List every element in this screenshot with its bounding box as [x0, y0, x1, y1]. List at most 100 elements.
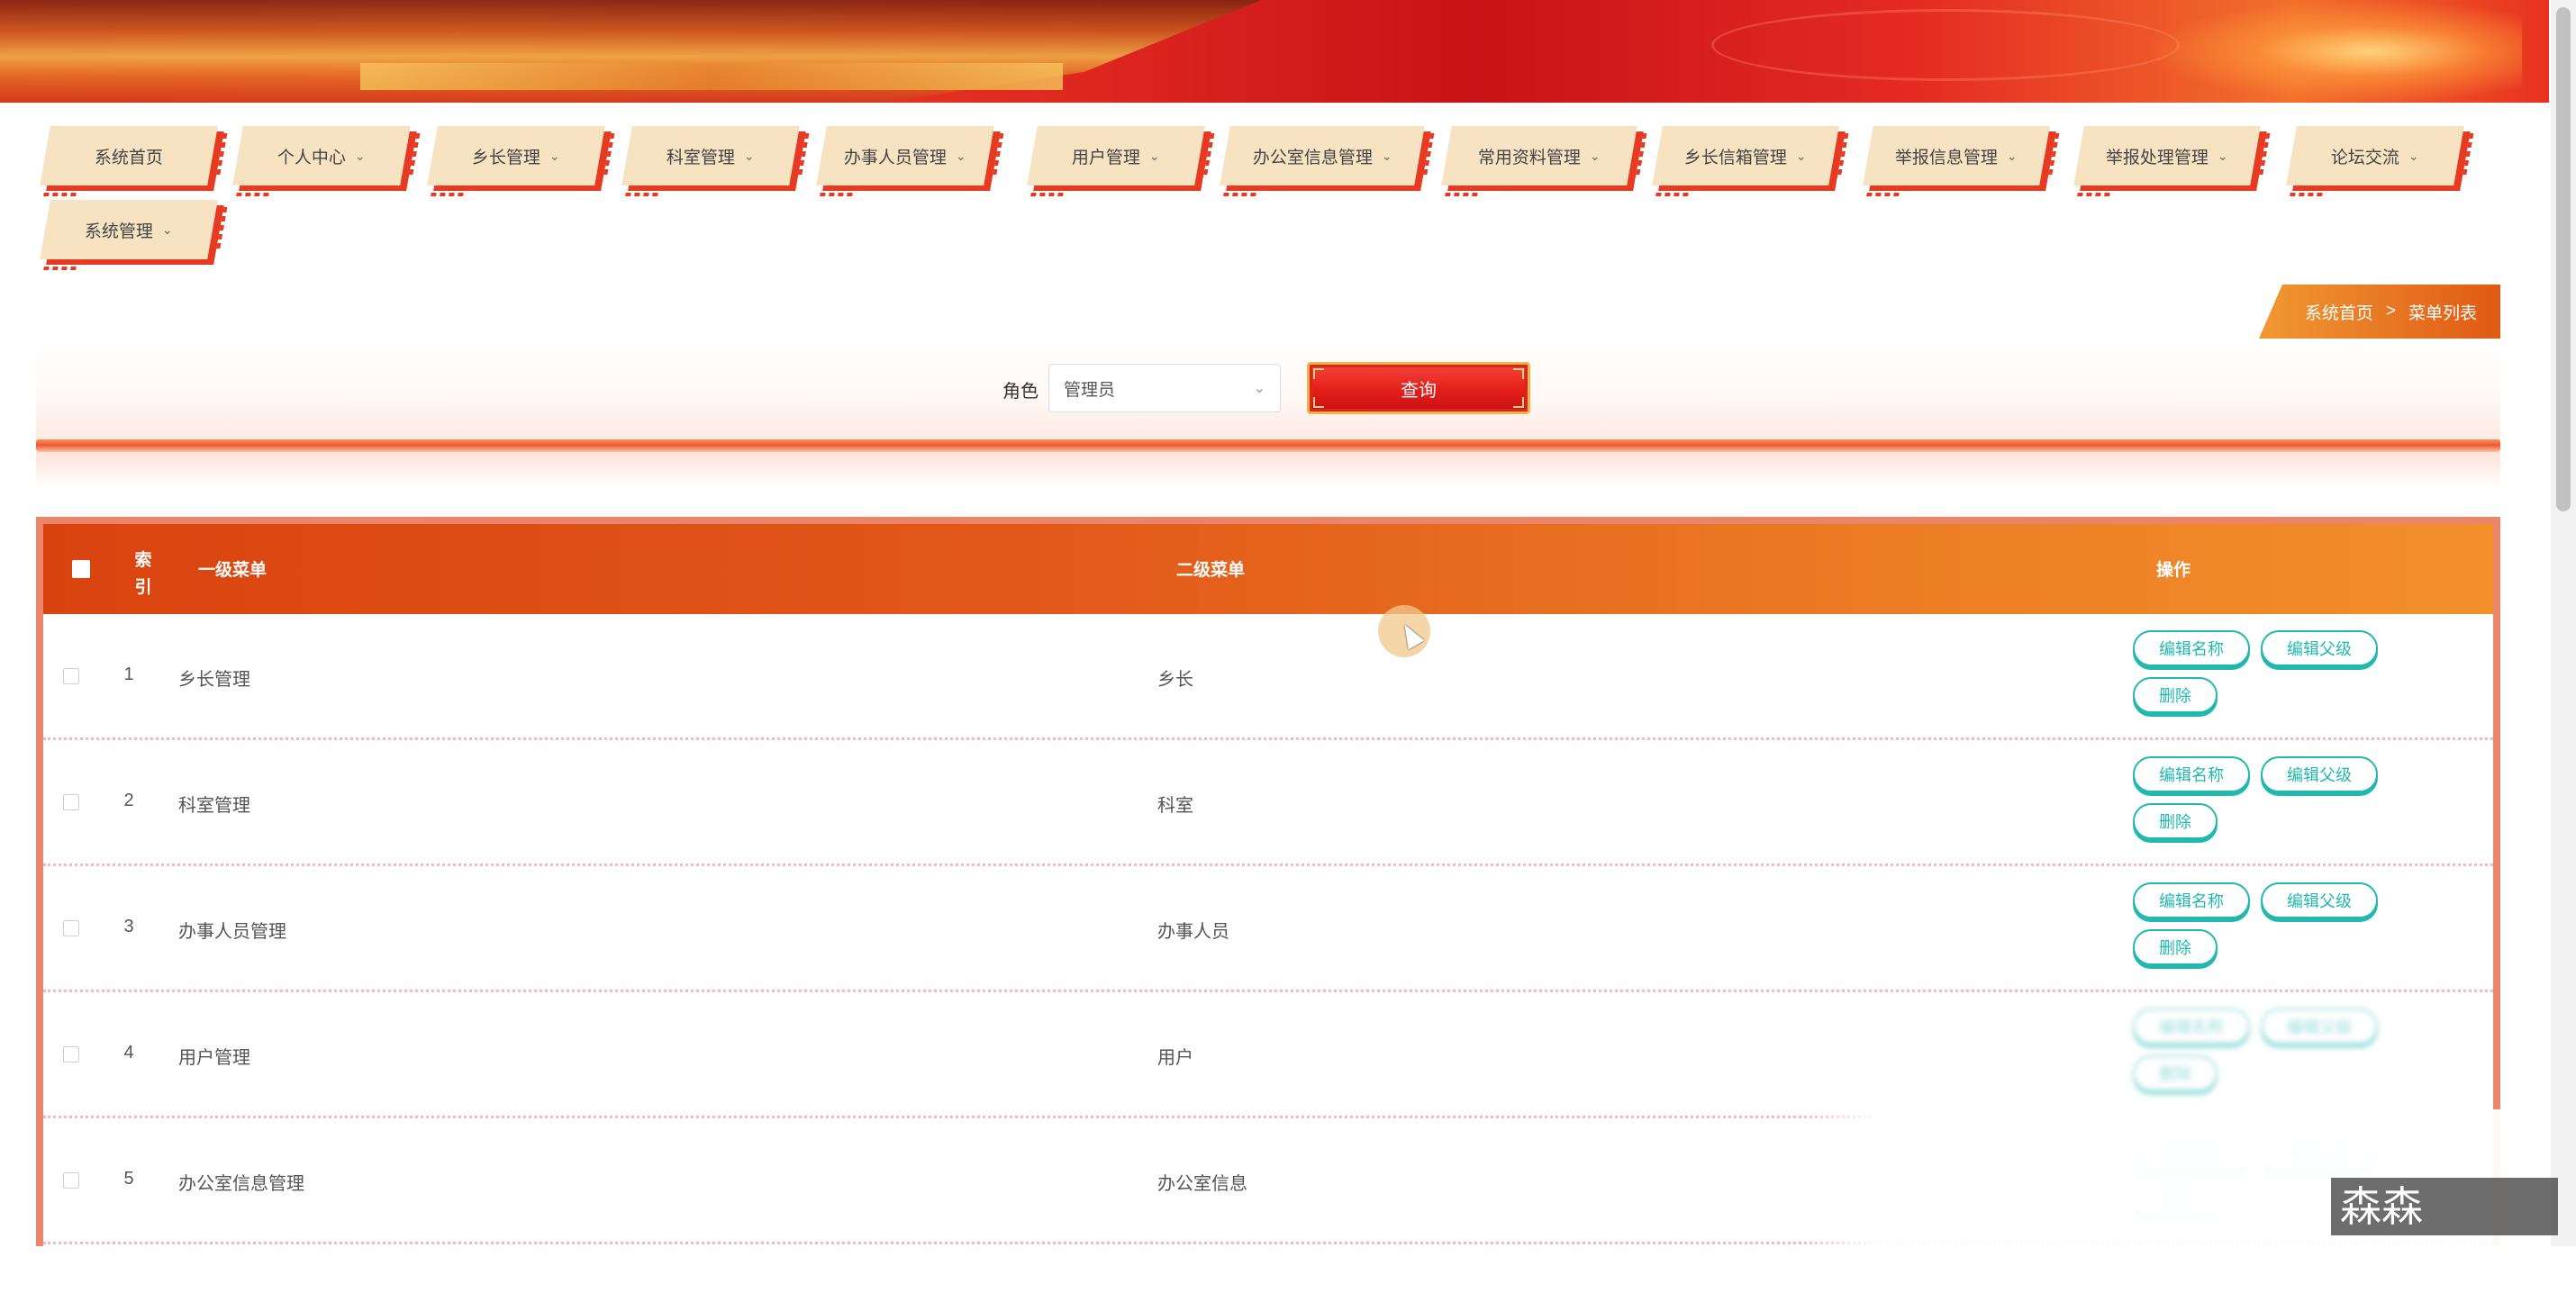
chevron-down-icon: ⌄ — [549, 148, 560, 163]
nav-item-label: 常用资料管理 — [1478, 148, 1582, 167]
role-select-value: 管理员 — [1064, 380, 1116, 400]
corner-ornament — [1313, 397, 1324, 408]
scrollbar-thumb[interactable] — [2556, 7, 2571, 511]
nav-item-label: 办事人员管理 — [844, 148, 948, 167]
nav-item-system[interactable]: 系统管理 ⌄ — [40, 200, 218, 259]
edit-name-button[interactable]: 编辑名称 — [2133, 756, 2250, 792]
chevron-down-icon: ⌄ — [956, 148, 966, 163]
row-checkbox[interactable] — [63, 1046, 79, 1062]
row-index: 4 — [123, 1043, 134, 1062]
edit-name-button[interactable]: 编辑名称 — [2133, 630, 2250, 666]
section-divider-fade — [36, 452, 2500, 488]
nav-item-township-head[interactable]: 乡长管理 ⌄ — [427, 126, 605, 185]
edit-parent-button[interactable]: 编辑父级 — [2261, 1008, 2378, 1044]
nav-item-common-data[interactable]: 常用资料管理 ⌄ — [1441, 126, 1637, 185]
chevron-down-icon: ⌄ — [355, 148, 366, 163]
nav-item-staff[interactable]: 办事人员管理 ⌄ — [816, 126, 994, 185]
nav-item-label: 乡长信箱管理 — [1684, 148, 1788, 167]
breadcrumb: 系统首页 > 菜单列表 — [2259, 285, 2500, 339]
chevron-down-icon: ⌄ — [2007, 148, 2018, 163]
chevron-down-icon: ⌄ — [2218, 148, 2228, 163]
nav-item-label: 系统管理 — [85, 222, 154, 241]
page-scrollbar[interactable] — [2551, 0, 2576, 1246]
section-divider — [36, 439, 2500, 452]
nav-item-label: 乡长管理 — [472, 148, 541, 167]
nav-item-forum[interactable]: 论坛交流 ⌄ — [2286, 126, 2464, 185]
header-actions: 操作 — [2156, 561, 2191, 580]
nav-item-label: 科室管理 — [667, 148, 736, 167]
corner-ornament — [1513, 397, 1524, 408]
banner-swirl-decoration — [1711, 9, 2180, 81]
table-row: 4 用户管理 用户 编辑名称 编辑父级 删除 — [43, 992, 2493, 1118]
nav-item-label: 举报处理管理 — [2106, 148, 2209, 167]
role-label: 角色 — [1002, 382, 1039, 402]
chevron-down-icon: ⌄ — [1149, 148, 1160, 163]
nav-item-mailbox[interactable]: 乡长信箱管理 ⌄ — [1652, 126, 1839, 185]
edit-parent-button[interactable]: 编辑父级 — [2261, 630, 2378, 666]
nav-item-label: 论坛交流 — [2331, 148, 2400, 167]
chevron-down-icon: ⌄ — [1590, 148, 1601, 163]
chevron-down-icon: ⌄ — [1253, 381, 1265, 396]
breadcrumb-separator: > — [2385, 302, 2396, 321]
delete-button[interactable]: 删除 — [2133, 929, 2218, 965]
delete-button[interactable]: 删除 — [2133, 677, 2218, 713]
delete-button[interactable]: 删除 — [2133, 1055, 2218, 1091]
chevron-down-icon: ⌄ — [2408, 148, 2419, 163]
row-checkbox[interactable] — [63, 668, 79, 684]
nav-item-office-info[interactable]: 办公室信息管理 ⌄ — [1220, 126, 1425, 185]
corner-ornament — [1513, 368, 1524, 379]
edit-parent-button[interactable]: 编辑父级 — [2261, 882, 2378, 918]
nav-item-label: 办公室信息管理 — [1252, 148, 1373, 167]
nav-item-home[interactable]: 系统首页 — [40, 126, 218, 185]
query-button[interactable]: 查询 — [1307, 362, 1530, 414]
row-checkbox[interactable] — [63, 920, 79, 936]
row-level2: 乡长 — [1157, 670, 1193, 690]
row-level1: 办公室信息管理 — [178, 1174, 304, 1194]
nav-item-label: 用户管理 — [1072, 148, 1141, 167]
row-level1: 用户管理 — [178, 1048, 250, 1068]
corner-ornament — [1313, 368, 1324, 379]
edit-name-button[interactable]: 编辑名称 — [2133, 882, 2250, 918]
chevron-down-icon: ⌄ — [1381, 148, 1392, 163]
nav-item-label: 个人中心 — [277, 148, 347, 167]
search-bar: 角色 管理员 ⌄ 查询 — [36, 342, 2500, 441]
nav-item-users[interactable]: 用户管理 ⌄ — [1027, 126, 1205, 185]
row-level1: 办事人员管理 — [178, 922, 286, 942]
nav-item-label: 举报信息管理 — [1895, 148, 1999, 167]
banner-gold-band — [360, 63, 1063, 90]
select-all-checkbox[interactable] — [72, 560, 90, 578]
role-select[interactable]: 管理员 ⌄ — [1048, 364, 1281, 412]
table-header: 索引 一级菜单 二级菜单 操作 — [43, 524, 2493, 614]
header-index: 索引 — [134, 551, 152, 597]
edit-parent-button[interactable]: 编辑父级 — [2261, 756, 2378, 792]
row-checkbox[interactable] — [63, 794, 79, 810]
nav-item-report-handling[interactable]: 举报处理管理 ⌄ — [2073, 126, 2261, 185]
row-index: 3 — [123, 917, 134, 936]
watermark: 森森coding — [2331, 1178, 2558, 1288]
chevron-down-icon: ⌄ — [1796, 148, 1807, 163]
row-index: 1 — [123, 665, 134, 684]
nav-item-label: 系统首页 — [94, 148, 163, 167]
delete-button[interactable]: 删除 — [2133, 803, 2218, 839]
row-level1: 乡长管理 — [178, 670, 250, 690]
chevron-down-icon: ⌄ — [162, 222, 173, 237]
row-checkbox[interactable] — [63, 1172, 79, 1189]
header-banner — [0, 0, 2549, 103]
edit-name-button[interactable]: 编辑名称 — [2133, 1008, 2250, 1044]
header-level1: 一级菜单 — [198, 561, 268, 580]
row-index: 5 — [123, 1169, 134, 1189]
banner-glow — [2144, 0, 2522, 103]
query-button-label: 查询 — [1401, 380, 1437, 401]
breadcrumb-current: 菜单列表 — [2408, 303, 2477, 323]
chevron-down-icon: ⌄ — [744, 148, 755, 163]
breadcrumb-home-link[interactable]: 系统首页 — [2305, 300, 2373, 324]
row-level2: 办公室信息 — [1157, 1174, 1247, 1194]
nav-item-report-info[interactable]: 举报信息管理 ⌄ — [1863, 126, 2050, 185]
row-level2: 办事人员 — [1157, 922, 1229, 942]
nav-item-department[interactable]: 科室管理 ⌄ — [621, 126, 800, 185]
row-level1: 科室管理 — [178, 796, 250, 816]
row-level2: 用户 — [1157, 1048, 1193, 1068]
table-row: 3 办事人员管理 办事人员 编辑名称 编辑父级 删除 — [43, 866, 2493, 992]
row-index: 2 — [123, 791, 134, 810]
nav-item-personal-center[interactable]: 个人中心 ⌄ — [232, 126, 411, 185]
